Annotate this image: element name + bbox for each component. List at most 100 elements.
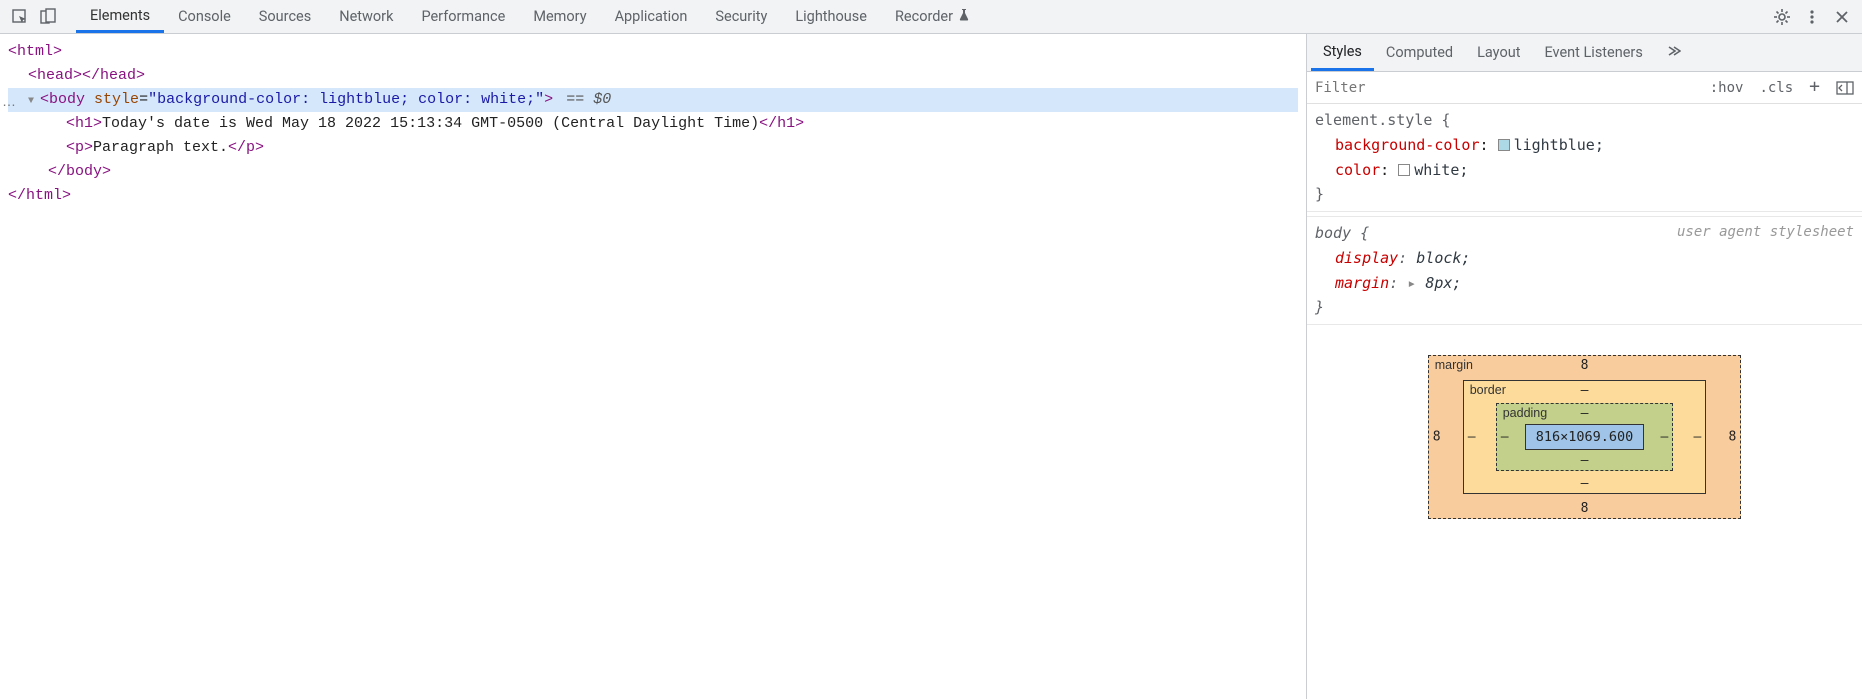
dom-line-selected[interactable]: ▼<body style="background-color: lightblu…: [8, 88, 1298, 112]
box-model-border[interactable]: border – – – – padding – – – – 816×1069.…: [1463, 380, 1707, 494]
tab-sources-label: Sources: [259, 8, 311, 25]
rule1-prop2-name[interactable]: color: [1335, 161, 1380, 179]
dom-line[interactable]: <p>Paragraph text.</p>: [8, 136, 1298, 160]
p-text: Paragraph text.: [93, 139, 228, 156]
tab-lighthouse-label: Lighthouse: [795, 8, 867, 25]
dom-line[interactable]: <head></head>: [8, 64, 1298, 88]
dom-line[interactable]: <h1>Today's date is Wed May 18 2022 15:1…: [8, 112, 1298, 136]
border-right[interactable]: –: [1693, 430, 1701, 445]
equals: =: [139, 91, 148, 108]
color-swatch-icon[interactable]: [1398, 164, 1410, 176]
expand-margin-icon[interactable]: ▸: [1407, 274, 1425, 292]
sidetab-layout[interactable]: Layout: [1465, 36, 1532, 69]
box-model-diagram[interactable]: margin 8 8 8 8 border – – – – padding – …: [1307, 325, 1862, 559]
gear-icon[interactable]: [1768, 3, 1796, 31]
margin-left[interactable]: 8: [1433, 430, 1441, 445]
toggle-sidebar-icon[interactable]: [1828, 81, 1862, 95]
body-open-close-bracket: >: [544, 91, 553, 108]
hov-button[interactable]: :hov: [1702, 80, 1752, 96]
expand-triangle-icon[interactable]: ▼: [28, 94, 40, 110]
h1-open: <h1>: [66, 115, 102, 132]
tab-security[interactable]: Security: [701, 0, 781, 33]
dom-line[interactable]: <html>: [8, 40, 1298, 64]
tab-memory-label: Memory: [533, 8, 586, 25]
main-split: <html> <head></head> ▼<body style="backg…: [0, 34, 1862, 699]
border-top[interactable]: –: [1581, 383, 1589, 398]
rule2-prop2-value: 8px;: [1425, 274, 1461, 292]
kebab-icon[interactable]: [1798, 3, 1826, 31]
tab-performance[interactable]: Performance: [407, 0, 519, 33]
html-close: </html>: [8, 187, 71, 204]
box-model-content[interactable]: 816×1069.600: [1525, 424, 1645, 450]
body-tag: body: [49, 91, 85, 108]
rule1-prop2-value[interactable]: white;: [1414, 161, 1468, 179]
tab-recorder[interactable]: Recorder: [881, 0, 985, 33]
body-open-bracket: <: [40, 91, 49, 108]
cls-button[interactable]: .cls: [1751, 80, 1801, 96]
dom-line[interactable]: </html>: [8, 184, 1298, 208]
tab-elements-label: Elements: [90, 7, 150, 24]
tab-memory[interactable]: Memory: [519, 0, 600, 33]
sidetab-eventlisteners-label: Event Listeners: [1544, 44, 1642, 61]
margin-top[interactable]: 8: [1581, 358, 1589, 373]
styles-sidebar: Styles Computed Layout Event Listeners :…: [1306, 34, 1862, 699]
tab-recorder-label: Recorder: [895, 8, 953, 25]
sidetab-computed[interactable]: Computed: [1374, 36, 1465, 69]
tab-application-label: Application: [615, 8, 688, 25]
filter-input[interactable]: [1307, 72, 1702, 103]
rule2-prop1-name: display: [1335, 249, 1398, 267]
tab-console-label: Console: [178, 8, 231, 25]
border-left[interactable]: –: [1468, 430, 1476, 445]
tab-elements[interactable]: Elements: [76, 0, 164, 33]
sidetab-eventlisteners[interactable]: Event Listeners: [1532, 36, 1654, 69]
margin-right[interactable]: 8: [1728, 430, 1736, 445]
dom-line[interactable]: </body>: [8, 160, 1298, 184]
device-toggle-icon[interactable]: [34, 3, 62, 31]
rule1-prop1-value[interactable]: lightblue;: [1514, 136, 1604, 154]
style-rule-body-ua[interactable]: user agent stylesheet body { display: bl…: [1307, 216, 1862, 325]
sidetab-styles-label: Styles: [1323, 43, 1362, 60]
box-model-padding[interactable]: padding – – – – 816×1069.600: [1496, 403, 1674, 471]
padding-top[interactable]: –: [1581, 406, 1589, 421]
rule2-selector: body {: [1315, 224, 1369, 242]
h1-close: </h1>: [759, 115, 804, 132]
head-open: <head>: [28, 67, 82, 84]
sidetab-more-icon[interactable]: [1655, 43, 1691, 63]
style-rule-element-style[interactable]: element.style { background-color: lightb…: [1307, 104, 1862, 212]
new-style-rule-icon[interactable]: +: [1801, 76, 1828, 97]
sidetab-styles[interactable]: Styles: [1311, 35, 1374, 71]
tab-security-label: Security: [715, 8, 767, 25]
body-attr-name: style: [94, 91, 139, 108]
color-swatch-icon[interactable]: [1498, 139, 1510, 151]
tab-network[interactable]: Network: [325, 0, 407, 33]
tab-network-label: Network: [339, 8, 393, 25]
padding-left[interactable]: –: [1501, 430, 1509, 445]
main-tab-strip: Elements Console Sources Network Perform…: [76, 0, 985, 33]
margin-bottom[interactable]: 8: [1581, 501, 1589, 516]
inspect-icon[interactable]: [6, 3, 34, 31]
head-close: </head>: [82, 67, 145, 84]
padding-bottom[interactable]: –: [1581, 453, 1589, 468]
rule2-close: }: [1315, 298, 1324, 316]
rule1-close: }: [1315, 185, 1324, 203]
content-size: 816×1069.600: [1536, 429, 1634, 445]
tab-sources[interactable]: Sources: [245, 0, 325, 33]
flask-icon: [957, 8, 971, 26]
tab-performance-label: Performance: [421, 8, 505, 25]
dollar-zero: == $0: [566, 91, 611, 108]
margin-label: margin: [1435, 358, 1473, 372]
toolbar-right-icons: [1768, 3, 1856, 31]
sidetab-computed-label: Computed: [1386, 44, 1453, 61]
box-model-margin[interactable]: margin 8 8 8 8 border – – – – padding – …: [1428, 355, 1742, 519]
tab-console[interactable]: Console: [164, 0, 245, 33]
elements-tree[interactable]: <html> <head></head> ▼<body style="backg…: [0, 34, 1306, 699]
tab-application[interactable]: Application: [601, 0, 702, 33]
tab-lighthouse[interactable]: Lighthouse: [781, 0, 881, 33]
body-attr-value: "background-color: lightblue; color: whi…: [148, 91, 544, 108]
padding-right[interactable]: –: [1660, 430, 1668, 445]
border-bottom[interactable]: –: [1581, 476, 1589, 491]
close-icon[interactable]: [1828, 3, 1856, 31]
p-close: </p>: [228, 139, 264, 156]
rule1-prop1-name[interactable]: background-color: [1335, 136, 1480, 154]
sidebar-tabs: Styles Computed Layout Event Listeners: [1307, 34, 1862, 72]
